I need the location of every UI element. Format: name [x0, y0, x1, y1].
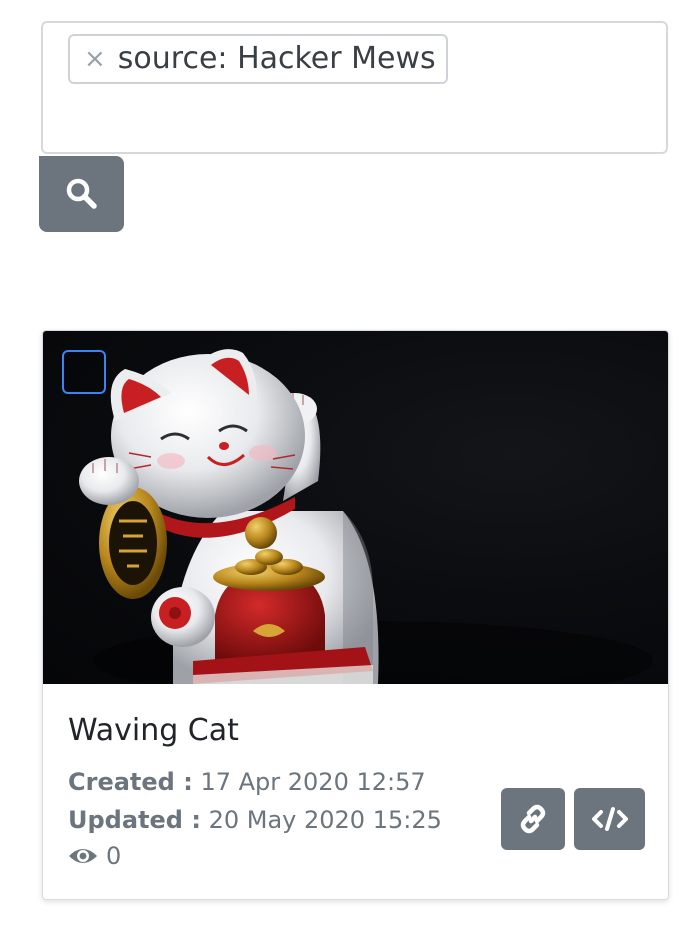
eye-icon: [69, 849, 97, 863]
updated-label: Updated :: [68, 806, 201, 834]
card-thumbnail[interactable]: [43, 331, 668, 684]
search-button[interactable]: [39, 156, 124, 232]
result-card: Waving Cat Created : 17 Apr 2020 12:57 U…: [42, 330, 669, 900]
copy-link-button[interactable]: [501, 788, 565, 850]
search-icon: [66, 178, 97, 209]
tag-remove-icon[interactable]: ×: [82, 46, 108, 72]
updated-value: 20 May 2020 15:25: [208, 806, 442, 834]
card-title[interactable]: Waving Cat: [68, 716, 239, 746]
tag-label: source: Hacker Mews: [117, 41, 436, 76]
search-input[interactable]: × source: Hacker Mews: [41, 21, 668, 154]
select-checkbox[interactable]: [62, 350, 106, 394]
updated-line: Updated : 20 May 2020 15:25: [68, 808, 442, 832]
code-icon: [591, 807, 628, 831]
views-count: 0: [68, 844, 121, 868]
card-body: Waving Cat Created : 17 Apr 2020 12:57 U…: [43, 684, 668, 899]
created-line: Created : 17 Apr 2020 12:57: [68, 770, 426, 794]
search-tag: × source: Hacker Mews: [68, 34, 448, 84]
embed-code-button[interactable]: [574, 788, 645, 850]
link-icon: [520, 804, 546, 834]
waving-cat-image: [79, 349, 653, 684]
created-value: 17 Apr 2020 12:57: [200, 768, 426, 796]
views-number: 0: [106, 842, 122, 870]
created-label: Created :: [68, 768, 193, 796]
